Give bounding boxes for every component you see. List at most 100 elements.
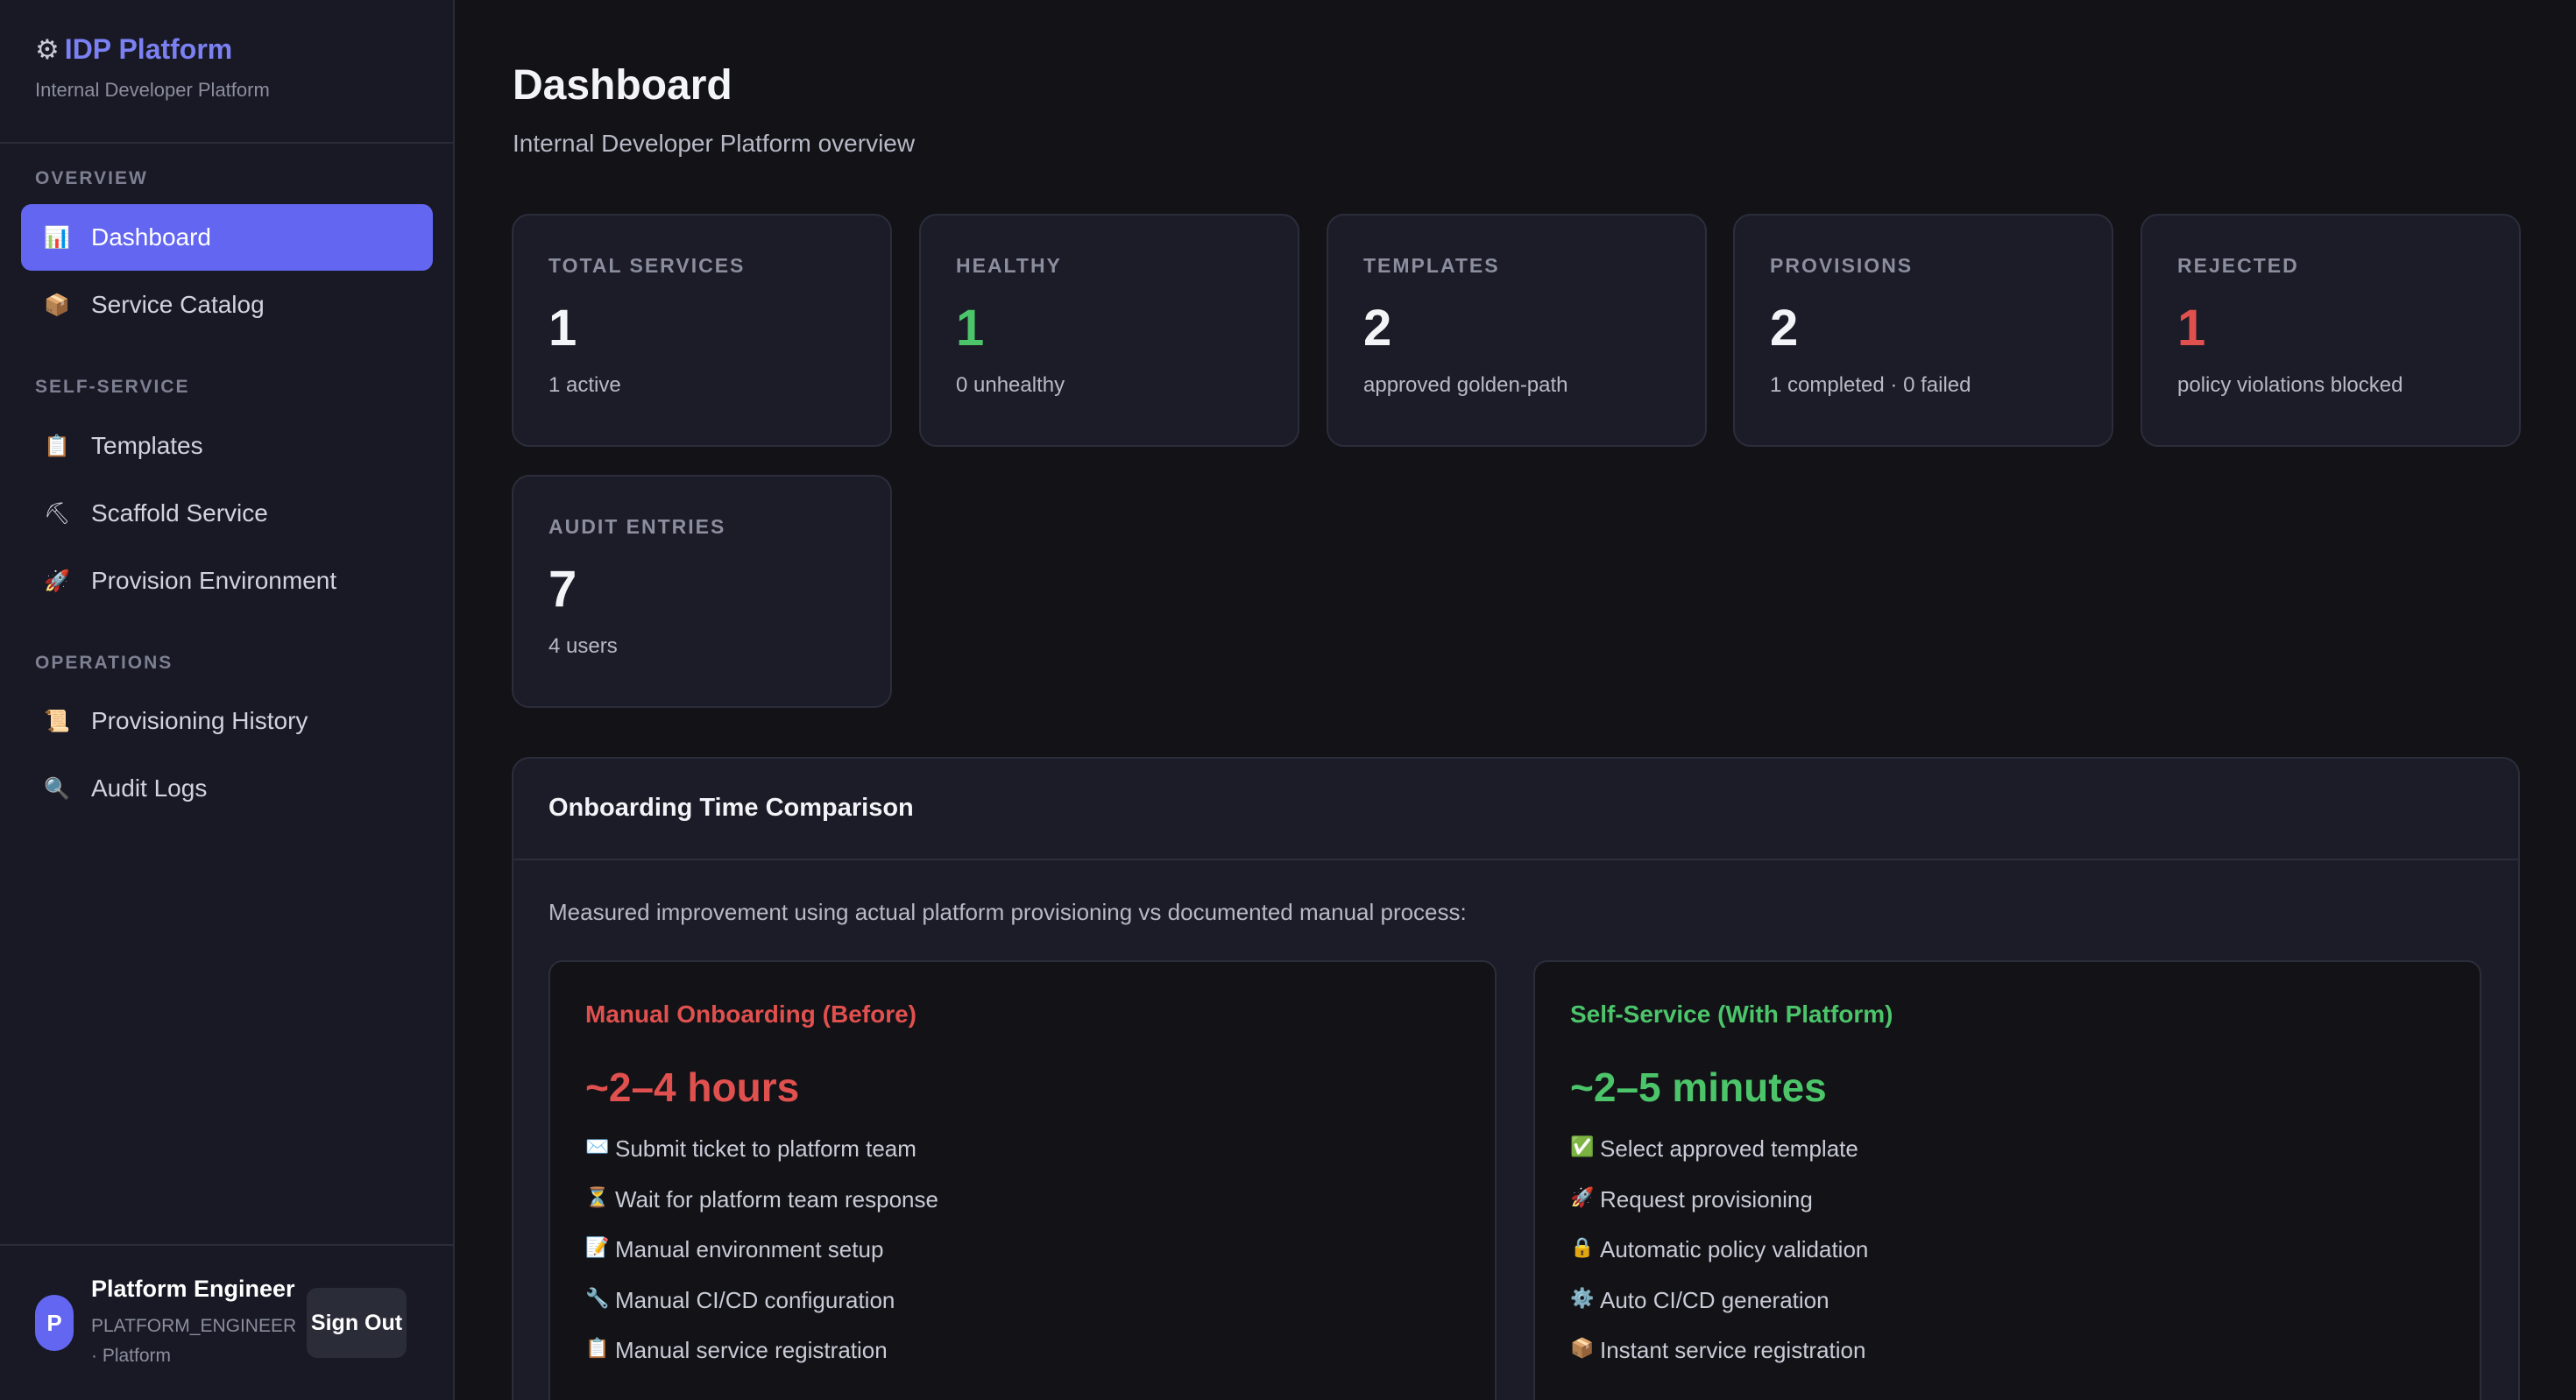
sidebar-item-audit-logs[interactable]: 🔍 Audit Logs xyxy=(21,755,433,822)
sidebar-item-label: Provisioning History xyxy=(91,707,308,734)
list-item: ⚙️ Auto CI/CD generation xyxy=(1570,1287,2480,1338)
stat-label: REJECTED xyxy=(2177,254,2299,277)
sidebar-item-scaffold-service[interactable]: ⛏ Scaffold Service xyxy=(21,480,433,547)
avatar[interactable]: P xyxy=(35,1295,74,1351)
sidebar-item-dashboard[interactable]: 📊 Dashboard xyxy=(21,204,433,271)
panel-description: Measured improvement using actual platfo… xyxy=(548,899,1467,925)
hourglass-icon: ⏳ xyxy=(585,1185,610,1208)
main-content: Dashboard Internal Developer Platform ov… xyxy=(455,0,2576,1400)
list-item: ✉️ Submit ticket to platform team xyxy=(585,1135,1495,1186)
list-item: 📦 Instant service registration xyxy=(1570,1337,2480,1388)
self-service-card: Self-Service (With Platform) ~2–5 minute… xyxy=(1533,960,2481,1400)
step-text: Wait for platform team response xyxy=(615,1185,938,1213)
stat-sub: approved golden-path xyxy=(1363,373,1568,397)
list-item: ✅ Select approved template xyxy=(1570,1135,2480,1186)
stat-value: 2 xyxy=(1363,300,1392,357)
stat-card-total-services: TOTAL SERVICES 1 1 active xyxy=(512,214,892,447)
step-text: Instant service registration xyxy=(1600,1337,1866,1363)
stat-card-rejected: REJECTED 1 policy violations blocked xyxy=(2141,214,2521,447)
rocket-icon: 🚀 xyxy=(1570,1185,1595,1208)
page-title: Dashboard xyxy=(513,62,732,109)
memo-icon: 📝 xyxy=(585,1236,610,1258)
app-root: ⚙ IDP Platform Internal Developer Platfo… xyxy=(0,0,2576,1400)
stat-label: TOTAL SERVICES xyxy=(548,254,746,277)
scroll-icon: 📜 xyxy=(44,709,70,733)
panel-title: Onboarding Time Comparison xyxy=(513,759,2518,860)
clipboard-icon: 📋 xyxy=(44,434,70,458)
self-service-time: ~2–5 minutes xyxy=(1570,1064,1827,1110)
step-text: Auto CI/CD generation xyxy=(1600,1286,1829,1313)
package-icon: 📦 xyxy=(44,293,70,317)
magnifier-icon: 🔍 xyxy=(44,776,70,801)
list-item: 🔧 Manual CI/CD configuration xyxy=(585,1287,1495,1338)
sidebar-item-service-catalog[interactable]: 📦 Service Catalog xyxy=(21,272,433,338)
sidebar-item-provision-environment[interactable]: 🚀 Provision Environment xyxy=(21,548,433,614)
brand: ⚙ IDP Platform Internal Developer Platfo… xyxy=(0,0,453,144)
sidebar: ⚙ IDP Platform Internal Developer Platfo… xyxy=(0,0,455,1400)
sidebar-item-templates[interactable]: 📋 Templates xyxy=(21,413,433,479)
stat-card-audit-entries: AUDIT ENTRIES 7 4 users xyxy=(512,475,892,708)
gear-icon: ⚙️ xyxy=(1570,1286,1595,1309)
self-service-steps: ✅ Select approved template 🚀 Request provi… xyxy=(1570,1135,2480,1388)
stat-sub: 1 active xyxy=(548,373,621,397)
onboarding-comparison-panel: Onboarding Time Comparison Measured impr… xyxy=(512,757,2520,1400)
bar-chart-icon: 📊 xyxy=(44,225,70,250)
user-meta: Platform Engineer PLATFORM_ENGINEER · Pl… xyxy=(91,1276,301,1371)
clipboard-icon: 📋 xyxy=(585,1337,610,1359)
sign-out-button[interactable]: Sign Out xyxy=(307,1288,407,1358)
stat-sub: 4 users xyxy=(548,634,618,658)
sidebar-item-label: Scaffold Service xyxy=(91,499,268,527)
step-text: Manual environment setup xyxy=(615,1236,884,1262)
step-text: Submit ticket to platform team xyxy=(615,1135,916,1162)
list-item: 🚀 Request provisioning xyxy=(1570,1186,2480,1237)
stat-value: 7 xyxy=(548,561,577,618)
manual-onboarding-card: Manual Onboarding (Before) ~2–4 hours ✉️… xyxy=(548,960,1497,1400)
stat-value: 1 xyxy=(2177,300,2206,357)
stat-value: 2 xyxy=(1770,300,1799,357)
step-text: Automatic policy validation xyxy=(1600,1236,1869,1262)
lock-icon: 🔒 xyxy=(1570,1236,1595,1258)
wrench-icon: 🔧 xyxy=(585,1286,610,1309)
user-role: PLATFORM_ENGINEER · Platform xyxy=(91,1315,297,1366)
stat-label: PROVISIONS xyxy=(1770,254,1914,277)
step-text: Request provisioning xyxy=(1600,1185,1813,1213)
stat-card-templates: TEMPLATES 2 approved golden-path xyxy=(1327,214,1707,447)
sidebar-item-label: Audit Logs xyxy=(91,774,208,802)
sidebar-item-label: Provision Environment xyxy=(91,567,337,594)
hammer-icon: ⛏ xyxy=(44,501,71,526)
stat-label: AUDIT ENTRIES xyxy=(548,515,726,538)
stat-value: 1 xyxy=(956,300,985,357)
check-icon: ✅ xyxy=(1570,1135,1595,1157)
sidebar-item-label: Service Catalog xyxy=(91,291,265,318)
user-panel: P Platform Engineer PLATFORM_ENGINEER · … xyxy=(0,1244,453,1400)
package-icon: 📦 xyxy=(1570,1337,1595,1359)
stat-sub: 0 unhealthy xyxy=(956,373,1065,397)
nav-section-overview: OVERVIEW xyxy=(35,168,148,188)
stat-sub: policy violations blocked xyxy=(2177,373,2403,397)
brand-subtitle: Internal Developer Platform xyxy=(35,79,270,101)
page-subtitle: Internal Developer Platform overview xyxy=(513,130,916,157)
user-name: Platform Engineer xyxy=(91,1275,295,1302)
gear-icon: ⚙ xyxy=(35,33,60,65)
stat-sub: 1 completed · 0 failed xyxy=(1770,373,1971,397)
stat-label: HEALTHY xyxy=(956,254,1062,277)
sidebar-item-label: Templates xyxy=(91,432,203,459)
stat-card-healthy: HEALTHY 1 0 unhealthy xyxy=(919,214,1299,447)
nav-section-operations: OPERATIONS xyxy=(35,653,173,673)
stat-value: 1 xyxy=(548,300,577,357)
brand-name: IDP Platform xyxy=(64,33,233,65)
sidebar-item-provisioning-history[interactable]: 📜 Provisioning History xyxy=(21,688,433,754)
list-item: 📋 Manual service registration xyxy=(585,1337,1495,1388)
brand-title[interactable]: ⚙ IDP Platform xyxy=(35,33,418,66)
manual-title: Manual Onboarding (Before) xyxy=(585,1001,916,1028)
stat-label: TEMPLATES xyxy=(1363,254,1500,277)
list-item: 📝 Manual environment setup xyxy=(585,1236,1495,1287)
step-text: Manual CI/CD configuration xyxy=(615,1286,895,1313)
rocket-icon: 🚀 xyxy=(44,569,70,593)
list-item: ⏳ Wait for platform team response xyxy=(585,1186,1495,1237)
manual-time: ~2–4 hours xyxy=(585,1064,800,1110)
list-item: 🔒 Automatic policy validation xyxy=(1570,1236,2480,1287)
sidebar-item-label: Dashboard xyxy=(91,223,211,251)
stat-card-provisions: PROVISIONS 2 1 completed · 0 failed xyxy=(1733,214,2113,447)
envelope-icon: ✉️ xyxy=(585,1135,610,1157)
